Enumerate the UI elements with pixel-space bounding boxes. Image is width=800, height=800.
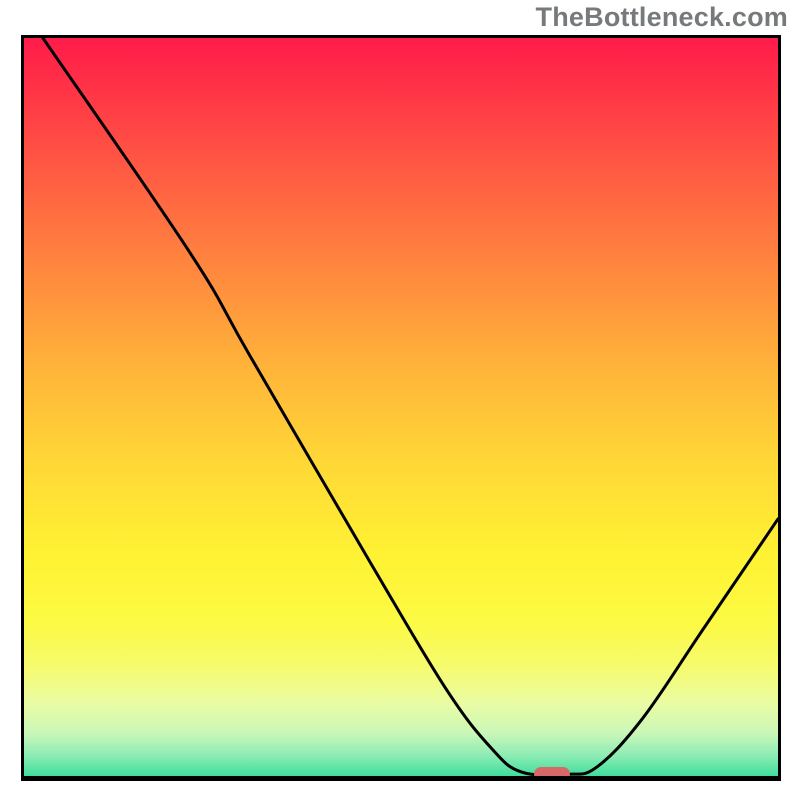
curve-path bbox=[43, 38, 778, 775]
optimal-point-marker bbox=[534, 767, 570, 781]
frame-right bbox=[778, 35, 781, 781]
chart-curve bbox=[24, 38, 778, 778]
bottleneck-chart: TheBottleneck.com bbox=[0, 0, 800, 800]
watermark-text: TheBottleneck.com bbox=[536, 2, 788, 33]
